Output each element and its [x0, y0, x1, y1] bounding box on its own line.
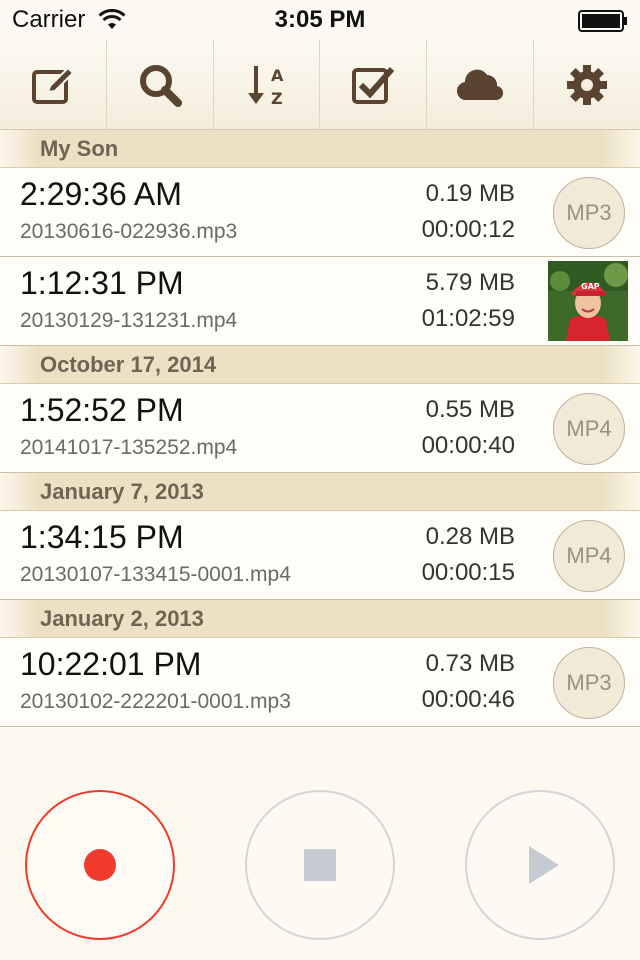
- recording-time: 1:12:31 PM: [20, 265, 184, 301]
- recording-duration: 00:00:15: [421, 559, 515, 586]
- recording-filename: 20130616-022936.mp3: [20, 220, 238, 243]
- play-button[interactable]: [465, 790, 615, 940]
- play-icon: [529, 846, 559, 884]
- svg-text:A: A: [271, 66, 284, 85]
- cloud-icon: [457, 69, 504, 101]
- select-button[interactable]: [320, 40, 428, 130]
- recording-time: 1:52:52 PM: [20, 392, 184, 428]
- recording-row[interactable]: 2:29:36 AM 20130616-022936.mp3 0.19 MB 0…: [0, 168, 640, 257]
- recording-time: 10:22:01 PM: [20, 646, 202, 682]
- recording-size: 0.73 MB: [425, 650, 515, 677]
- svg-text:Z: Z: [271, 89, 283, 108]
- recording-row[interactable]: 10:22:01 PM 20130102-222201-0001.mp3 0.7…: [0, 638, 640, 727]
- record-icon: [84, 849, 116, 881]
- recording-row[interactable]: 1:34:15 PM 20130107-133415-0001.mp4 0.28…: [0, 511, 640, 600]
- recording-row[interactable]: 1:12:31 PM 20130129-131231.mp4 5.79 MB 0…: [0, 257, 640, 346]
- recording-size: 0.55 MB: [425, 396, 515, 423]
- recording-time: 2:29:36 AM: [20, 176, 182, 212]
- recording-duration: 01:02:59: [421, 305, 515, 332]
- section-header: My Son: [0, 130, 640, 168]
- recording-filename: 20130107-133415-0001.mp4: [20, 563, 291, 586]
- video-thumbnail: GAP: [548, 261, 628, 341]
- stop-icon: [304, 849, 336, 881]
- svg-text:GAP: GAP: [581, 282, 600, 291]
- format-badge: MP3: [553, 647, 625, 719]
- format-badge: MP4: [553, 393, 625, 465]
- checkbox-icon: [352, 67, 395, 104]
- sort-button[interactable]: A Z: [214, 40, 321, 130]
- recording-size: 0.19 MB: [425, 180, 515, 207]
- playback-controls: [0, 790, 640, 940]
- recording-duration: 00:00:40: [421, 432, 515, 459]
- battery-full-icon: [578, 10, 627, 32]
- recording-time: 1:34:15 PM: [20, 519, 184, 555]
- recordings-list: My Son 2:29:36 AM 20130616-022936.mp3 0.…: [0, 130, 640, 727]
- toolbar: A Z: [0, 40, 640, 130]
- recording-size: 5.79 MB: [425, 269, 515, 296]
- recording-size: 0.28 MB: [425, 523, 515, 550]
- recording-filename: 20130102-222201-0001.mp3: [20, 690, 291, 713]
- status-bar: Carrier 3:05 PM: [0, 0, 640, 40]
- search-button[interactable]: [107, 40, 214, 130]
- record-button[interactable]: [25, 790, 175, 940]
- section-header: January 7, 2013: [0, 473, 640, 511]
- search-icon: [139, 65, 182, 107]
- status-time: 3:05 PM: [274, 6, 366, 33]
- stop-button[interactable]: [245, 790, 395, 940]
- recording-duration: 00:00:46: [421, 686, 515, 713]
- format-badge: MP3: [553, 177, 625, 249]
- format-badge: MP4: [553, 520, 625, 592]
- settings-button[interactable]: [534, 40, 640, 130]
- recording-duration: 00:00:12: [421, 216, 515, 243]
- section-header: January 2, 2013: [0, 600, 640, 638]
- pencil-edit-icon: [31, 66, 75, 104]
- section-header: October 17, 2014: [0, 346, 640, 384]
- edit-button[interactable]: [0, 40, 107, 130]
- recording-filename: 20141017-135252.mp4: [20, 436, 238, 459]
- sort-az-icon: A Z: [247, 66, 284, 108]
- gear-icon: [567, 65, 608, 105]
- recording-filename: 20130129-131231.mp4: [20, 309, 238, 332]
- recording-row[interactable]: 1:52:52 PM 20141017-135252.mp4 0.55 MB 0…: [0, 384, 640, 473]
- cloud-button[interactable]: [427, 40, 535, 130]
